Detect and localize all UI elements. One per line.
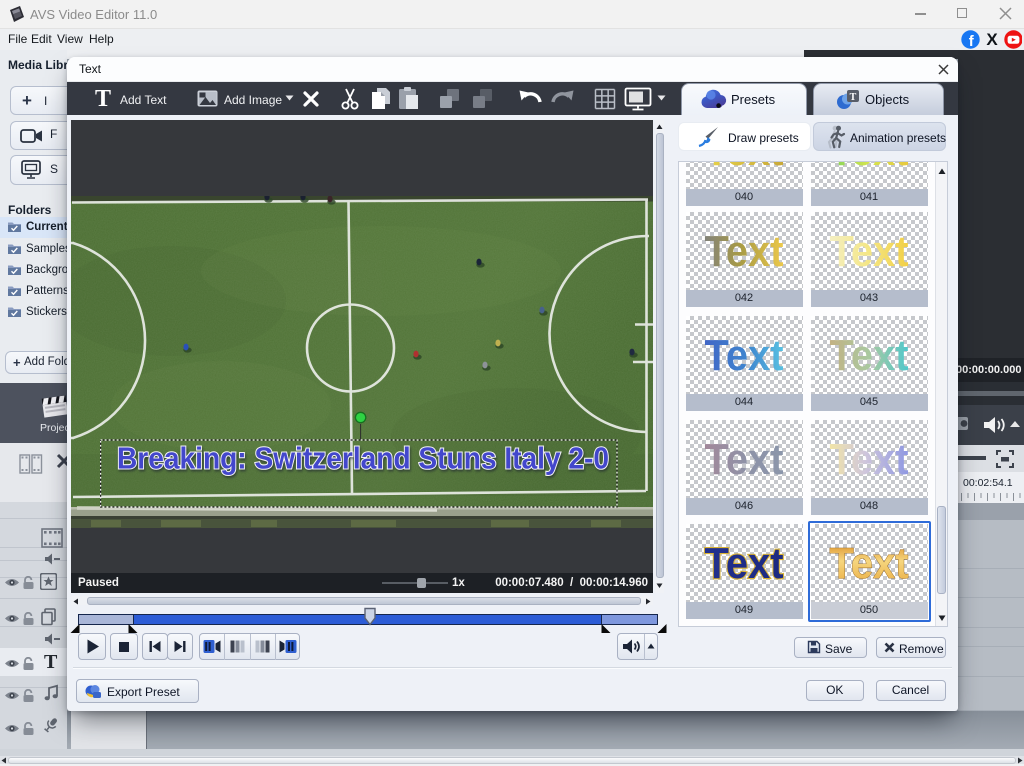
svg-text:T: T [850,92,857,103]
svg-text:Text: Text [704,435,783,484]
svg-text:Breaking: Switzerland Stuns It: Breaking: Switzerland Stuns Italy 2-0 [117,442,609,476]
svg-text:Text: Text [704,227,783,276]
svg-text:X: X [986,30,998,49]
svg-text:Text: Text [704,161,783,176]
svg-text:Text: Text [704,539,783,588]
svg-text:Text: Text [829,331,908,380]
svg-text:Text: Text [829,435,908,484]
svg-text:Text: Text [829,227,908,276]
svg-text:Text: Text [829,161,908,176]
svg-text:Text: Text [704,331,783,380]
